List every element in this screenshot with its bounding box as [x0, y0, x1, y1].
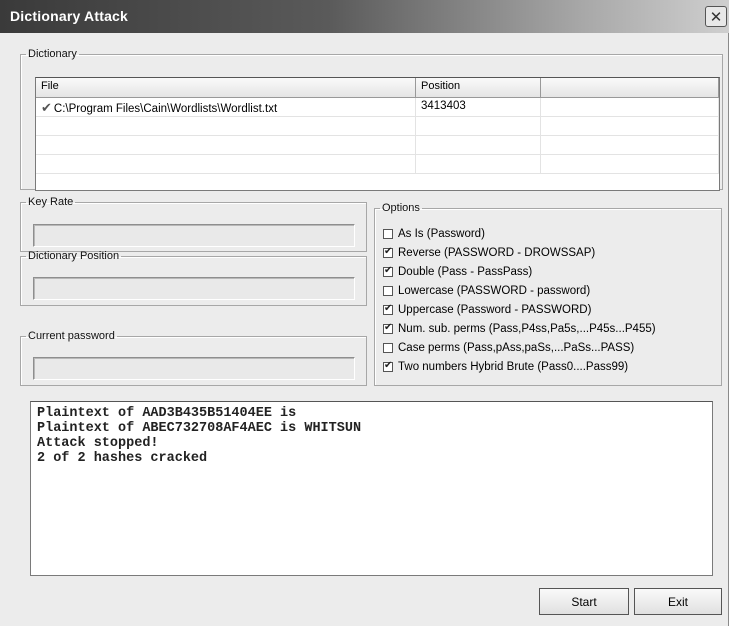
log-line: Plaintext of AAD3B435B51404EE is [37, 406, 297, 421]
column-header-position[interactable]: Position [416, 78, 541, 97]
column-header-blank[interactable] [541, 78, 719, 97]
checkbox[interactable] [383, 343, 393, 353]
option-two-numbers-hybrid[interactable]: Two numbers Hybrid Brute (Pass0....Pass9… [383, 360, 629, 373]
options-group: Options As Is (Password) Reverse (PASSWO… [374, 202, 722, 386]
option-num-sub-perms[interactable]: Num. sub. perms (Pass,P4ss,Pa5s,...P45s.… [383, 322, 656, 335]
option-as-is[interactable]: As Is (Password) [383, 228, 485, 240]
blank-cell [541, 98, 719, 116]
log-output[interactable]: Plaintext of AAD3B435B51404EE is Plainte… [30, 401, 713, 576]
option-label: Num. sub. perms (Pass,P4ss,Pa5s,...P45s.… [398, 323, 656, 335]
log-line: 2 of 2 hashes cracked [37, 451, 208, 466]
dictionary-position-legend: Dictionary Position [28, 250, 120, 262]
start-button[interactable]: Start [539, 588, 629, 615]
option-lowercase[interactable]: Lowercase (PASSWORD - password) [383, 285, 590, 297]
dictionary-group: Dictionary File Position ✔ C:\Program Fil… [20, 48, 723, 191]
position-cell: 3413403 [416, 98, 541, 116]
option-label: Reverse (PASSWORD - DROWSSAP) [398, 247, 596, 259]
checkbox[interactable] [383, 286, 393, 296]
title-bar[interactable]: Dictionary Attack ✕ [0, 0, 729, 33]
checkbox[interactable] [383, 360, 393, 372]
current-password-field [33, 357, 355, 380]
file-cell: ✔ C:\Program Files\Cain\Wordlists\Wordlis… [36, 98, 416, 116]
options-legend: Options [382, 202, 420, 214]
option-label: As Is (Password) [398, 228, 485, 240]
checkbox[interactable] [383, 265, 393, 277]
current-password-legend: Current password [28, 330, 115, 342]
option-uppercase[interactable]: Uppercase (Password - PASSWORD) [383, 303, 592, 316]
close-icon: ✕ [709, 8, 723, 26]
option-label: Uppercase (Password - PASSWORD) [398, 304, 592, 316]
window-title: Dictionary Attack [10, 8, 129, 24]
column-header-file[interactable]: File [36, 78, 416, 97]
key-rate-group: Key Rate [20, 196, 367, 252]
option-case-perms[interactable]: Case perms (Pass,pAss,paSs,...PaSs...PAS… [383, 342, 634, 354]
option-label: Lowercase (PASSWORD - password) [398, 285, 591, 297]
current-password-group: Current password [20, 330, 367, 386]
option-label: Double (Pass - PassPass) [398, 266, 533, 278]
table-row[interactable] [36, 155, 719, 174]
log-line: Plaintext of ABEC732708AF4AEC is WHITSUN [37, 421, 362, 436]
close-button[interactable]: ✕ [705, 6, 727, 27]
checkbox[interactable] [383, 322, 393, 334]
option-double[interactable]: Double (Pass - PassPass) [383, 265, 533, 278]
key-rate-field [33, 224, 355, 247]
table-row[interactable] [36, 117, 719, 136]
dictionary-list[interactable]: File Position ✔ C:\Program Files\Cain\Wor… [35, 77, 720, 191]
dictionary-position-group: Dictionary Position [20, 250, 367, 306]
log-line: Attack stopped! [37, 436, 159, 451]
table-row[interactable] [36, 136, 719, 155]
checkbox[interactable] [383, 229, 393, 239]
checkmark-icon: ✔ [41, 100, 52, 115]
key-rate-legend: Key Rate [28, 196, 74, 208]
dictionary-position-field [33, 277, 355, 300]
option-label: Two numbers Hybrid Brute (Pass0....Pass9… [398, 361, 629, 373]
option-label: Case perms (Pass,pAss,paSs,...PaSs...PAS… [398, 342, 635, 354]
checkbox[interactable] [383, 303, 393, 315]
dictionary-list-header: File Position [36, 78, 719, 98]
file-path: C:\Program Files\Cain\Wordlists\Wordlist… [53, 103, 278, 115]
checkbox[interactable] [383, 246, 393, 258]
option-reverse[interactable]: Reverse (PASSWORD - DROWSSAP) [383, 246, 596, 259]
dictionary-attack-window: Dictionary Attack ✕ Dictionary File Posi… [0, 0, 729, 626]
exit-button[interactable]: Exit [634, 588, 722, 615]
table-row[interactable]: ✔ C:\Program Files\Cain\Wordlists\Wordlis… [36, 98, 719, 117]
dictionary-legend: Dictionary [28, 48, 77, 60]
